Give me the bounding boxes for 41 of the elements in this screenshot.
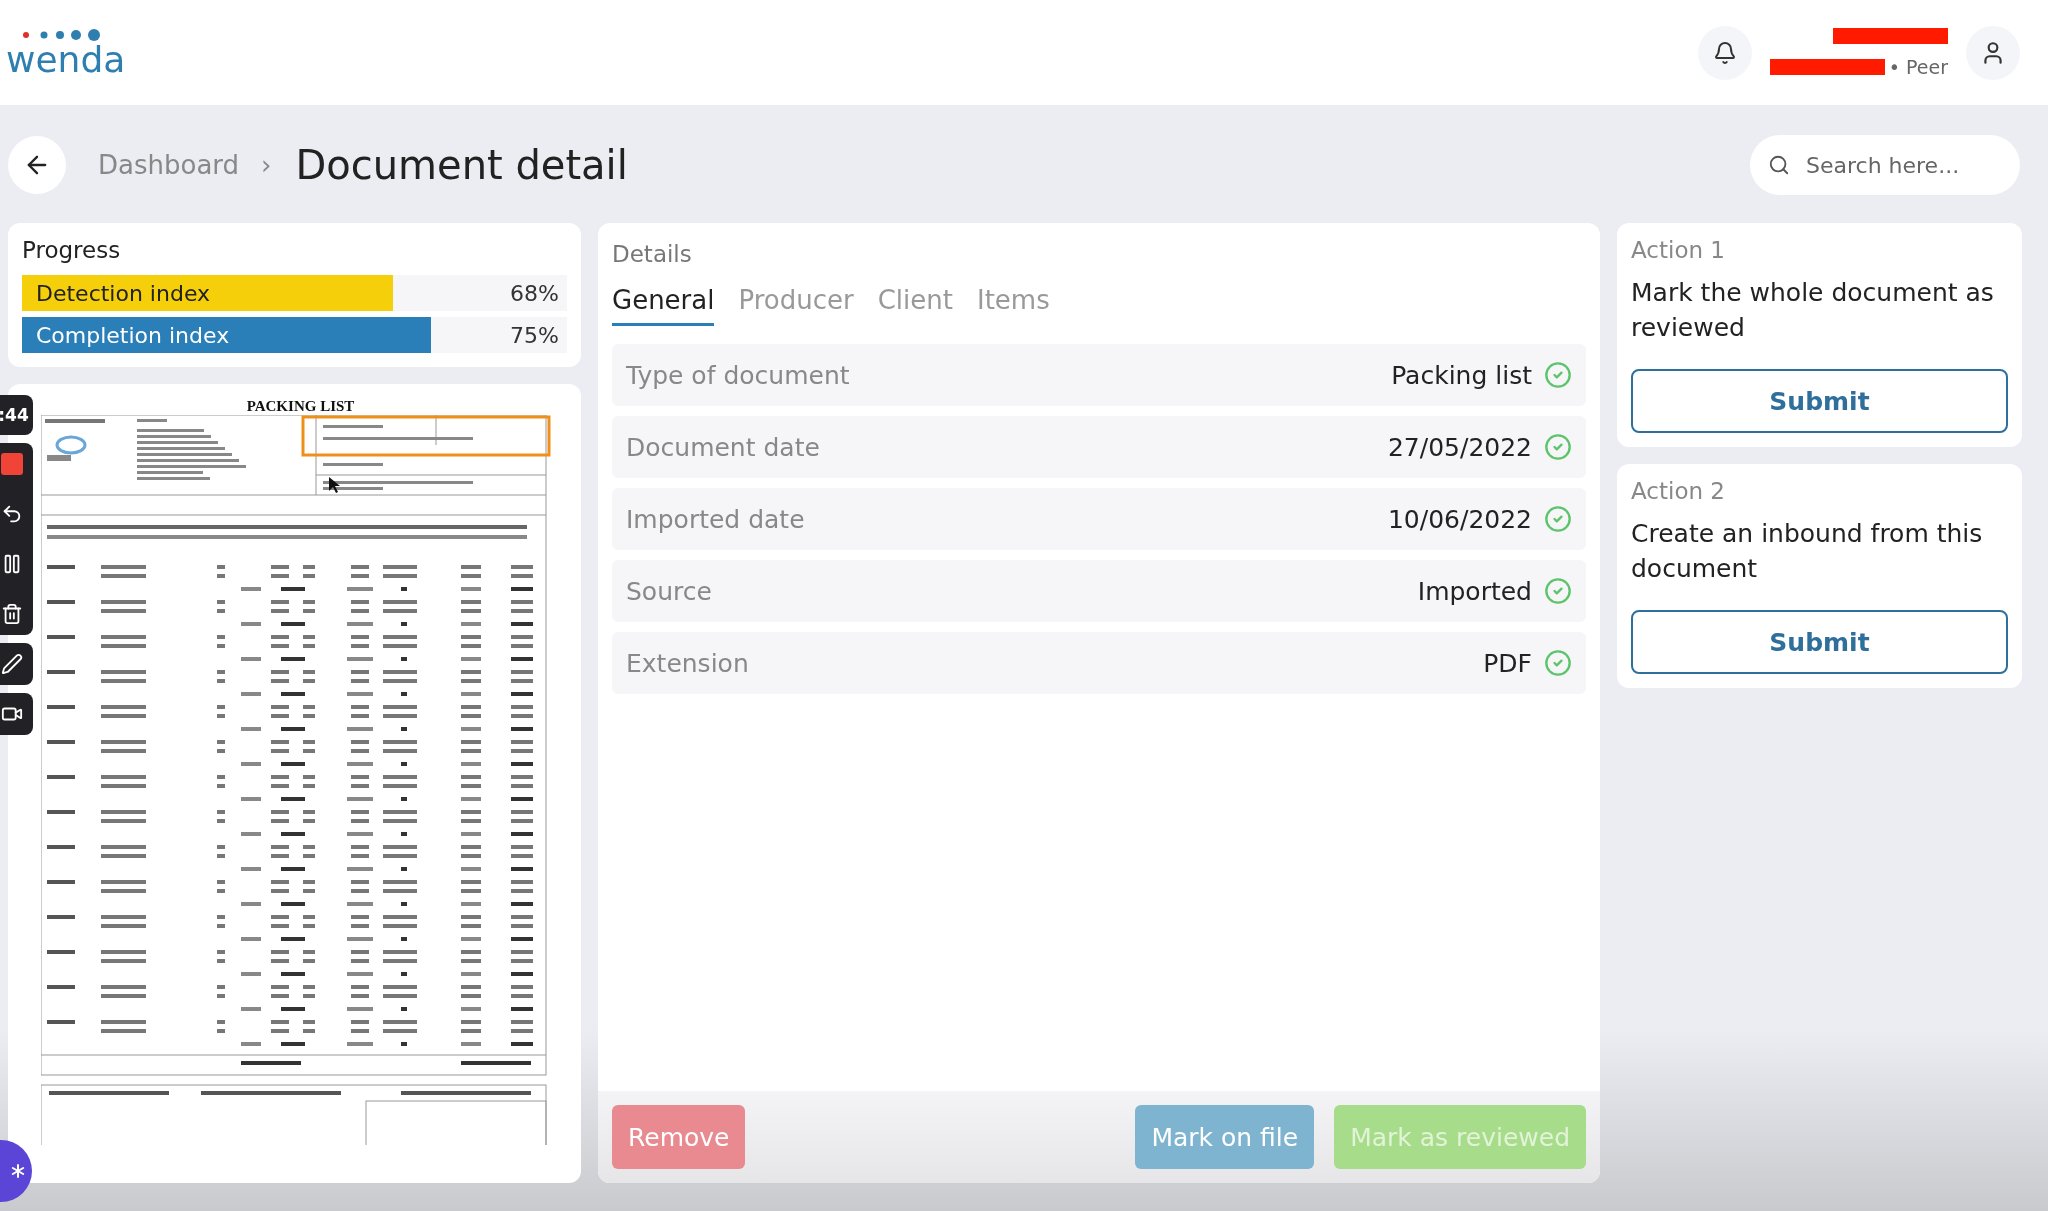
progress-percentage: 68% <box>509 280 560 306</box>
field-label: Source <box>626 576 712 606</box>
breadcrumb-separator: › <box>261 150 272 180</box>
card-title: Action 1 <box>1631 237 1726 263</box>
recording-timer: :44 <box>0 405 29 425</box>
submit-button[interactable]: Submit <box>1631 369 2008 433</box>
tab[interactable]: Items <box>976 285 1050 326</box>
field-label: Type of document <box>626 360 850 390</box>
document-title: PACKING LIST <box>246 398 355 415</box>
breadcrumb-link[interactable]: Dashboard <box>98 150 240 180</box>
user-role: • Peer <box>1888 55 1948 78</box>
field-value: 10/06/2022 <box>1387 504 1532 534</box>
field-value: PDF <box>1483 648 1532 678</box>
action-description: Create an inbound from this document <box>1631 518 1984 585</box>
page-title: Document detail <box>295 142 628 188</box>
card-title: Progress <box>22 237 122 263</box>
field-label: Imported date <box>626 504 805 534</box>
field-label: Document date <box>626 432 820 462</box>
trash-icon[interactable] <box>0 603 23 625</box>
remove-button[interactable]: Remove <box>612 1105 746 1169</box>
card-title: Action 2 <box>1631 478 1726 504</box>
field-value: Packing list <box>1391 360 1532 390</box>
action-button[interactable]: Mark on file <box>1135 1105 1315 1169</box>
card-title: Details <box>612 241 693 267</box>
field-value: Imported <box>1417 576 1532 606</box>
search-icon <box>1768 154 1790 176</box>
tab[interactable]: Producer <box>738 285 854 326</box>
wenda-logo: wenda <box>6 27 126 78</box>
progress-bar: Detection index <box>22 275 393 311</box>
field-label: Extension <box>626 648 749 678</box>
field-value: 27/05/2022 <box>1387 432 1532 462</box>
submit-button[interactable]: Submit <box>1631 610 2008 674</box>
tab[interactable]: General <box>612 285 715 326</box>
pen-icon[interactable] <box>0 653 23 675</box>
action-description: Mark the whole document as reviewed <box>1631 277 1995 344</box>
progress-percentage: 75% <box>509 322 560 348</box>
progress-bar: Completion index <box>22 317 431 353</box>
stop-icon[interactable] <box>0 453 23 475</box>
mouse-cursor-icon <box>328 477 340 493</box>
tab[interactable]: Client <box>877 285 953 326</box>
search-field[interactable]: Search here... <box>1750 135 2020 195</box>
